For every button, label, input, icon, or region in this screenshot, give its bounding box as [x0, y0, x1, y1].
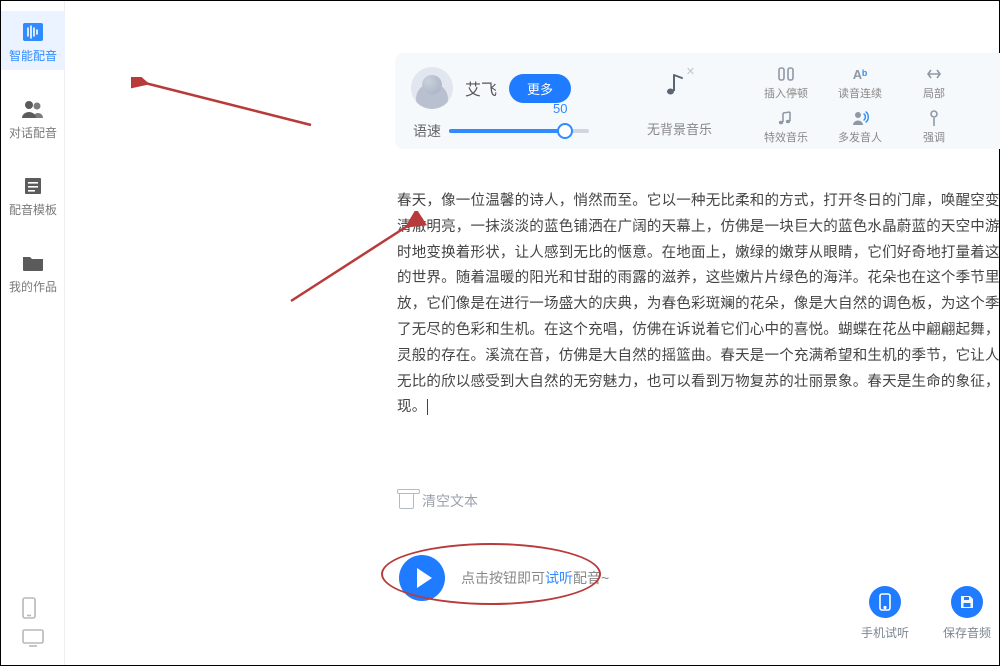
sidebar-label: 对话配音 [9, 124, 57, 141]
people-icon [20, 98, 46, 120]
text-content: 春天，像一位温馨的诗人，悄然而至。它以一种无比柔和的方式，打开冬日的门扉，唤醒空… [397, 193, 1000, 415]
device-icons [1, 597, 65, 647]
more-button[interactable]: 更多 [509, 74, 571, 103]
ab-icon: Aᵇ [853, 65, 867, 83]
tool-local[interactable]: 局部 [902, 65, 966, 103]
voice-name: 艾飞 [465, 76, 497, 100]
annotation-arrow [131, 77, 331, 137]
tool-emphasis[interactable]: 强调 [902, 109, 966, 147]
mute-x-icon: ✕ [686, 65, 695, 78]
pause-icon [777, 65, 795, 83]
voice-text-editor[interactable]: 春天，像一位温馨的诗人，悄然而至。它以一种无比柔和的方式，打开冬日的门扉，唤醒空… [397, 189, 1000, 421]
clear-text-button[interactable]: 清空文本 [399, 491, 478, 511]
phone-preview-label: 手机试听 [861, 624, 909, 641]
tool-sfx[interactable]: 特效音乐 [754, 109, 818, 147]
folder-icon [20, 252, 46, 274]
play-button[interactable] [399, 555, 445, 601]
voice-toolbar: 艾飞 更多 语速 50 ✕ 无背景音乐 插入停顿 [395, 53, 1000, 149]
save-audio-button[interactable]: 保存音频 [943, 586, 991, 641]
sidebar-item-smart-voice[interactable]: 智能配音 [1, 11, 65, 70]
sidebar-label: 我的作品 [9, 278, 57, 295]
play-hint: 点击按钮即可试听配音~ [461, 568, 609, 588]
sidebar-label: 智能配音 [9, 47, 57, 64]
trash-icon [399, 493, 414, 509]
play-icon [417, 568, 432, 588]
play-hint-prefix: 点击按钮即可 [461, 570, 545, 586]
tool-label: 读音连续 [838, 85, 882, 101]
bgm-button[interactable]: ✕ 无背景音乐 [647, 71, 712, 138]
sidebar: 智能配音 对话配音 配音模板 我的作品 [1, 1, 65, 665]
text-cursor [427, 399, 432, 415]
music-note-icon [777, 109, 795, 127]
tool-label: 多发音人 [838, 129, 882, 145]
sidebar-item-my-works[interactable]: 我的作品 [1, 242, 65, 301]
emphasis-icon [928, 109, 940, 127]
tool-read-continuous[interactable]: Aᵇ 读音连续 [828, 65, 892, 103]
speed-label: 语速 [413, 121, 441, 141]
tool-multi-voice[interactable]: 多发音人 [828, 109, 892, 147]
voice-avatar[interactable] [411, 67, 453, 109]
tool-label: 局部 [923, 85, 945, 101]
save-circle-icon [951, 586, 983, 618]
save-audio-label: 保存音频 [943, 624, 991, 641]
sidebar-item-templates[interactable]: 配音模板 [1, 165, 65, 224]
phone-circle-icon [869, 586, 901, 618]
speed-value: 50 [553, 101, 567, 116]
clear-text-label: 清空文本 [422, 491, 478, 511]
tool-label: 特效音乐 [764, 129, 808, 145]
local-icon [926, 65, 942, 83]
play-hint-suffix: 配音~ [573, 570, 609, 586]
template-icon [20, 175, 46, 197]
play-hint-highlight: 试听 [545, 570, 573, 586]
phone-icon[interactable] [22, 597, 44, 615]
monitor-icon[interactable] [22, 629, 44, 647]
voice-icon [20, 21, 46, 43]
tool-label: 强调 [923, 129, 945, 145]
tool-label: 插入停顿 [764, 85, 808, 101]
sidebar-label: 配音模板 [9, 201, 57, 218]
speed-slider[interactable]: 50 [449, 121, 589, 141]
tool-insert-pause[interactable]: 插入停顿 [754, 65, 818, 103]
main: 艾飞 更多 语速 50 ✕ 无背景音乐 插入停顿 [65, 1, 999, 665]
multi-voice-icon [851, 109, 869, 127]
sidebar-item-dialog-voice[interactable]: 对话配音 [1, 88, 65, 147]
phone-preview-button[interactable]: 手机试听 [861, 586, 909, 641]
bgm-label: 无背景音乐 [647, 119, 712, 138]
